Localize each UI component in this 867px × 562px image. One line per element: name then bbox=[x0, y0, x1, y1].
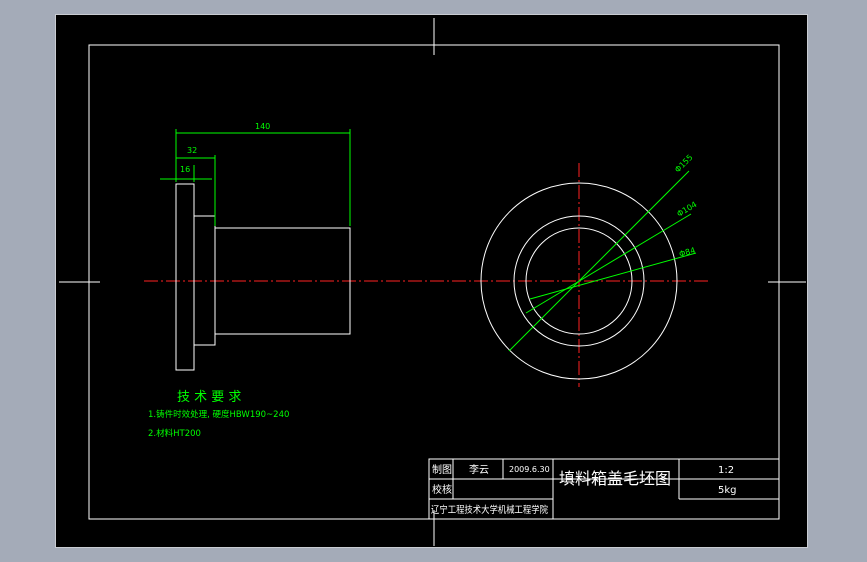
cad-drawing: 140 32 16 Φ155 Φ104 Φ84 技 术 要 求 1.铸件时效处理… bbox=[59, 18, 806, 546]
side-dimensions bbox=[160, 129, 351, 226]
note-item-2: 2.材料HT200 bbox=[148, 428, 201, 439]
tb-organization: 辽宁工程技术大学机械工程学院 bbox=[431, 504, 548, 516]
dim-dia-outer: Φ155 bbox=[673, 153, 695, 175]
tb-check-label: 校核 bbox=[432, 483, 452, 496]
tb-weight: 5kg bbox=[718, 485, 737, 496]
tb-drawn-name: 李云 bbox=[469, 463, 489, 476]
tb-drawn-date: 2009.6.30 bbox=[509, 465, 550, 474]
dim-overall-length: 140 bbox=[255, 122, 270, 131]
dim-dia-bore: Φ84 bbox=[678, 246, 696, 259]
inner-border bbox=[88, 44, 780, 520]
dim-flange-thickness: 16 bbox=[180, 165, 190, 174]
tb-drawing-title: 填料箱盖毛坯图 bbox=[559, 469, 671, 488]
diameter-leaders bbox=[508, 170, 697, 352]
drawing-viewport[interactable]: 140 32 16 Φ155 Φ104 Φ84 技 术 要 求 1.铸件时效处理… bbox=[55, 14, 808, 548]
dim-flange-step: 32 bbox=[187, 146, 197, 155]
notes-heading: 技 术 要 求 bbox=[177, 390, 241, 405]
tb-scale: 1:2 bbox=[718, 465, 734, 476]
side-view bbox=[175, 183, 351, 371]
note-item-1: 1.铸件时效处理, 硬度HBW190~240 bbox=[148, 409, 289, 420]
flange-outline bbox=[175, 183, 195, 371]
tb-drawn-label: 制图 bbox=[432, 463, 452, 476]
